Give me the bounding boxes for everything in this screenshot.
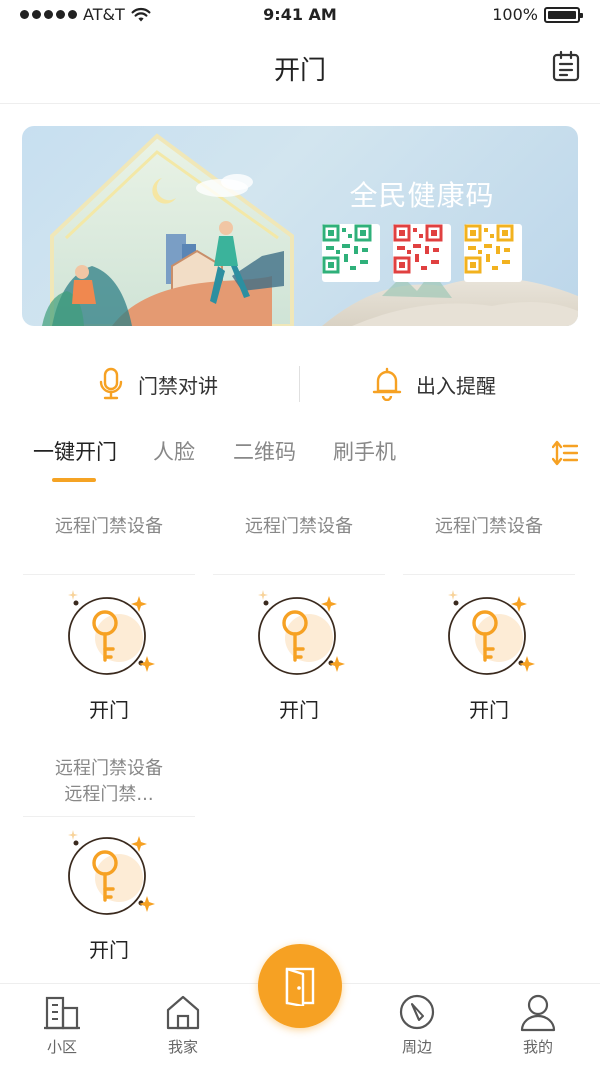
open-door-label: 开门 [279, 698, 319, 722]
door-icon [285, 967, 315, 1006]
bell-icon [372, 367, 402, 401]
status-right: 100% [492, 5, 583, 24]
microphone-icon [99, 367, 123, 400]
device-divider [23, 816, 195, 817]
device-divider [23, 574, 195, 575]
qr-code-green [322, 224, 380, 282]
battery-icon [544, 6, 583, 23]
tab-nearby-label: 周边 [401, 1038, 432, 1056]
device-card[interactable]: 远程门禁设备 开门 [211, 510, 387, 725]
access-reminder-label: 出入提醒 [416, 373, 496, 398]
quick-actions-divider [299, 366, 300, 402]
active-tab-indicator [52, 478, 96, 482]
device-name: 远程门禁设备 [245, 516, 353, 537]
yellow-qr-icon [464, 224, 514, 274]
qr-code-red [393, 224, 451, 282]
device-divider [213, 574, 385, 575]
tab-one-click-unlock[interactable]: 一键开门 [33, 436, 117, 466]
device-divider [403, 574, 575, 575]
key-icon [258, 590, 345, 675]
tab-community-label: 小区 [46, 1038, 77, 1056]
device-name: 远程门禁设备 [55, 516, 163, 537]
quick-actions: 门禁对讲 出入提醒 [0, 356, 600, 412]
green-qr-icon [322, 224, 372, 274]
tab-my-home-label: 我家 [167, 1038, 198, 1056]
user-icon [520, 994, 556, 1032]
tab-mine-label: 我的 [522, 1038, 553, 1056]
device-name-line2: 远程门禁... [64, 784, 154, 805]
banner-title: 全民健康码 [349, 179, 495, 212]
tab-community[interactable]: 小区 [22, 992, 102, 1057]
tab-my-home[interactable]: 我家 [143, 992, 223, 1057]
sort-icon[interactable] [552, 440, 578, 466]
device-card[interactable]: 远程门禁设备 远程门禁... 开门 [21, 754, 197, 969]
tab-mine[interactable]: 我的 [498, 992, 578, 1057]
device-card[interactable]: 远程门禁设备 开门 [401, 510, 577, 725]
page-title: 开门 [273, 56, 326, 86]
compass-icon [399, 994, 435, 1030]
tab-qr-code[interactable]: 二维码 [233, 436, 296, 466]
tab-face[interactable]: 人脸 [153, 436, 195, 466]
key-icon [68, 590, 155, 675]
intercom-label: 门禁对讲 [138, 373, 218, 398]
device-name-line1: 远程门禁设备 [55, 758, 163, 779]
device-name: 远程门禁设备 [435, 516, 543, 537]
intercom-button[interactable]: 门禁对讲 [98, 356, 218, 412]
tab-nearby[interactable]: 周边 [377, 992, 457, 1057]
health-code-banner[interactable]: 全民健康码 [22, 126, 578, 326]
unlock-method-tabs: 一键开门 人脸 二维码 刷手机 [0, 436, 600, 486]
battery-label: 100% [492, 5, 538, 24]
open-door-label: 开门 [89, 938, 129, 962]
status-bar: AT&T 9:41 AM 100% [0, 0, 600, 32]
nav-bar: 开门 [0, 32, 600, 104]
home-icon [166, 995, 200, 1030]
key-icon [68, 830, 155, 915]
open-door-label: 开门 [469, 698, 509, 722]
key-icon [448, 590, 535, 675]
device-card[interactable]: 远程门禁设备 开门 [21, 510, 197, 725]
tab-phone-swipe[interactable]: 刷手机 [333, 436, 396, 466]
records-icon[interactable] [552, 50, 580, 82]
access-reminder-button[interactable]: 出入提醒 [372, 356, 496, 412]
open-door-label: 开门 [89, 698, 129, 722]
building-icon [44, 996, 80, 1030]
red-qr-icon [393, 224, 443, 274]
qr-code-yellow [464, 224, 522, 282]
open-door-button[interactable] [258, 944, 342, 1028]
